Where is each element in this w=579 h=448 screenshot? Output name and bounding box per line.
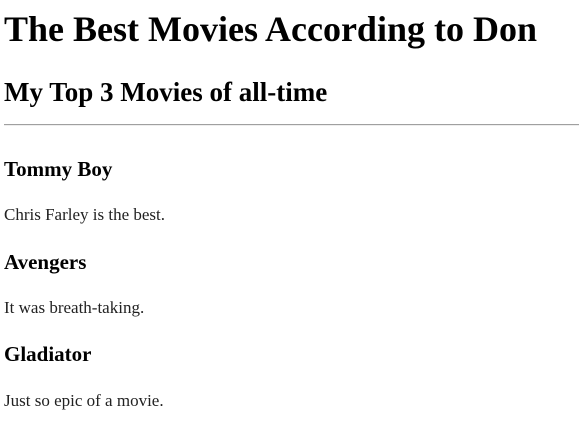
movie-review: Just so epic of a movie. <box>4 391 164 410</box>
movie-review: Chris Farley is the best. <box>4 205 166 224</box>
page: The Best Movies According to Don My Top … <box>0 0 579 448</box>
movie-title: Gladiator <box>4 342 92 366</box>
divider <box>4 124 579 126</box>
page-subtitle: My Top 3 Movies of all-time <box>4 77 328 107</box>
movie-review: It was breath-taking. <box>4 298 145 317</box>
page-title: The Best Movies According to Don <box>4 9 537 49</box>
movie-title: Avengers <box>4 250 87 274</box>
movie-title: Tommy Boy <box>4 157 113 181</box>
